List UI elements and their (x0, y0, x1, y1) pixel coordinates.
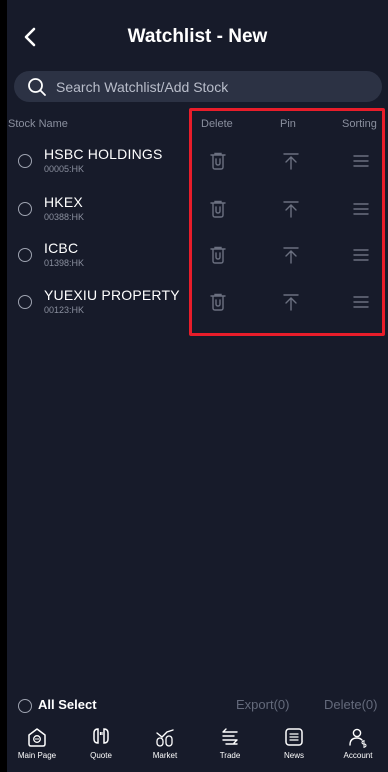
trash-icon (210, 246, 226, 264)
sort-handle[interactable] (350, 198, 372, 220)
list-item: YUEXIU PROPERTY 00123:HK (7, 287, 388, 335)
select-all-label[interactable]: All Select (38, 697, 97, 712)
trash-icon (210, 152, 226, 170)
news-icon (285, 728, 303, 746)
column-header-stock-name: Stock Name (8, 118, 68, 130)
drag-handle-icon (353, 296, 369, 308)
drag-handle-icon (353, 155, 369, 167)
pin-to-top-icon (283, 201, 299, 218)
drag-handle-icon (353, 249, 369, 261)
tab-label: Quote (90, 751, 112, 760)
select-radio[interactable] (18, 295, 32, 309)
column-header-delete: Delete (201, 118, 233, 130)
sort-handle[interactable] (350, 244, 372, 266)
search-input[interactable] (56, 71, 356, 102)
stock-name: HKEX (44, 194, 83, 210)
selection-bar: All Select Export(0) Delete(0) (7, 690, 388, 720)
pin-to-top-icon (283, 294, 299, 311)
stock-code: 00388:HK (44, 212, 85, 222)
watchlist-screen: Watchlist - New Stock Name Delete Pin So… (7, 0, 388, 772)
tab-quote[interactable]: Quote (71, 726, 131, 760)
tab-news[interactable]: News (264, 726, 324, 760)
delete-button[interactable] (207, 244, 229, 266)
column-header-sorting: Sorting (342, 118, 377, 130)
list-item: ICBC 01398:HK (7, 240, 388, 288)
select-radio[interactable] (18, 202, 32, 216)
stock-name: ICBC (44, 240, 79, 256)
tab-label: Market (152, 751, 178, 760)
stock-name: HSBC HOLDINGS (44, 146, 163, 162)
trade-icon (222, 728, 238, 745)
trash-icon (210, 293, 226, 311)
export-button[interactable]: Export(0) (236, 697, 289, 712)
pin-to-top-icon (283, 247, 299, 264)
stock-code: 00123:HK (44, 305, 85, 315)
pin-button[interactable] (280, 198, 302, 220)
list-item: HSBC HOLDINGS 00005:HK (7, 146, 388, 194)
account-icon (349, 728, 367, 748)
sort-handle[interactable] (350, 291, 372, 313)
search-icon (28, 78, 46, 96)
pin-button[interactable] (280, 291, 302, 313)
tab-label: Account (343, 751, 373, 760)
tab-account[interactable]: Account (328, 726, 388, 760)
tab-market[interactable]: Market (135, 726, 195, 760)
quote-icon (93, 728, 109, 744)
tab-main-page[interactable]: Main Page (7, 726, 67, 760)
pin-button[interactable] (280, 244, 302, 266)
home-icon (28, 728, 46, 747)
tab-label: News (283, 751, 304, 760)
tab-label: Main Page (17, 751, 57, 760)
list-item: HKEX 00388:HK (7, 194, 388, 242)
delete-button[interactable] (207, 150, 229, 172)
pin-to-top-icon (283, 153, 299, 170)
delete-button[interactable] (207, 291, 229, 313)
pin-button[interactable] (280, 150, 302, 172)
stock-code: 01398:HK (44, 258, 85, 268)
header: Watchlist - New (7, 18, 388, 58)
drag-handle-icon (353, 203, 369, 215)
tab-trade[interactable]: Trade (200, 726, 260, 760)
page-title: Watchlist - New (127, 26, 268, 47)
select-radio[interactable] (18, 248, 32, 262)
delete-selected-button[interactable]: Delete(0) (324, 697, 377, 712)
stock-code: 00005:HK (44, 164, 85, 174)
tab-bar: Main Page Quote Market Trade News Accoun… (7, 726, 388, 772)
market-icon (156, 729, 174, 747)
search-bar[interactable] (14, 71, 382, 102)
tab-label: Trade (219, 751, 241, 760)
stock-name: YUEXIU PROPERTY (44, 287, 180, 303)
sort-handle[interactable] (350, 150, 372, 172)
select-radio[interactable] (18, 154, 32, 168)
column-header-pin: Pin (280, 118, 296, 130)
delete-button[interactable] (207, 198, 229, 220)
select-all-radio[interactable] (18, 699, 32, 713)
trash-icon (210, 200, 226, 218)
